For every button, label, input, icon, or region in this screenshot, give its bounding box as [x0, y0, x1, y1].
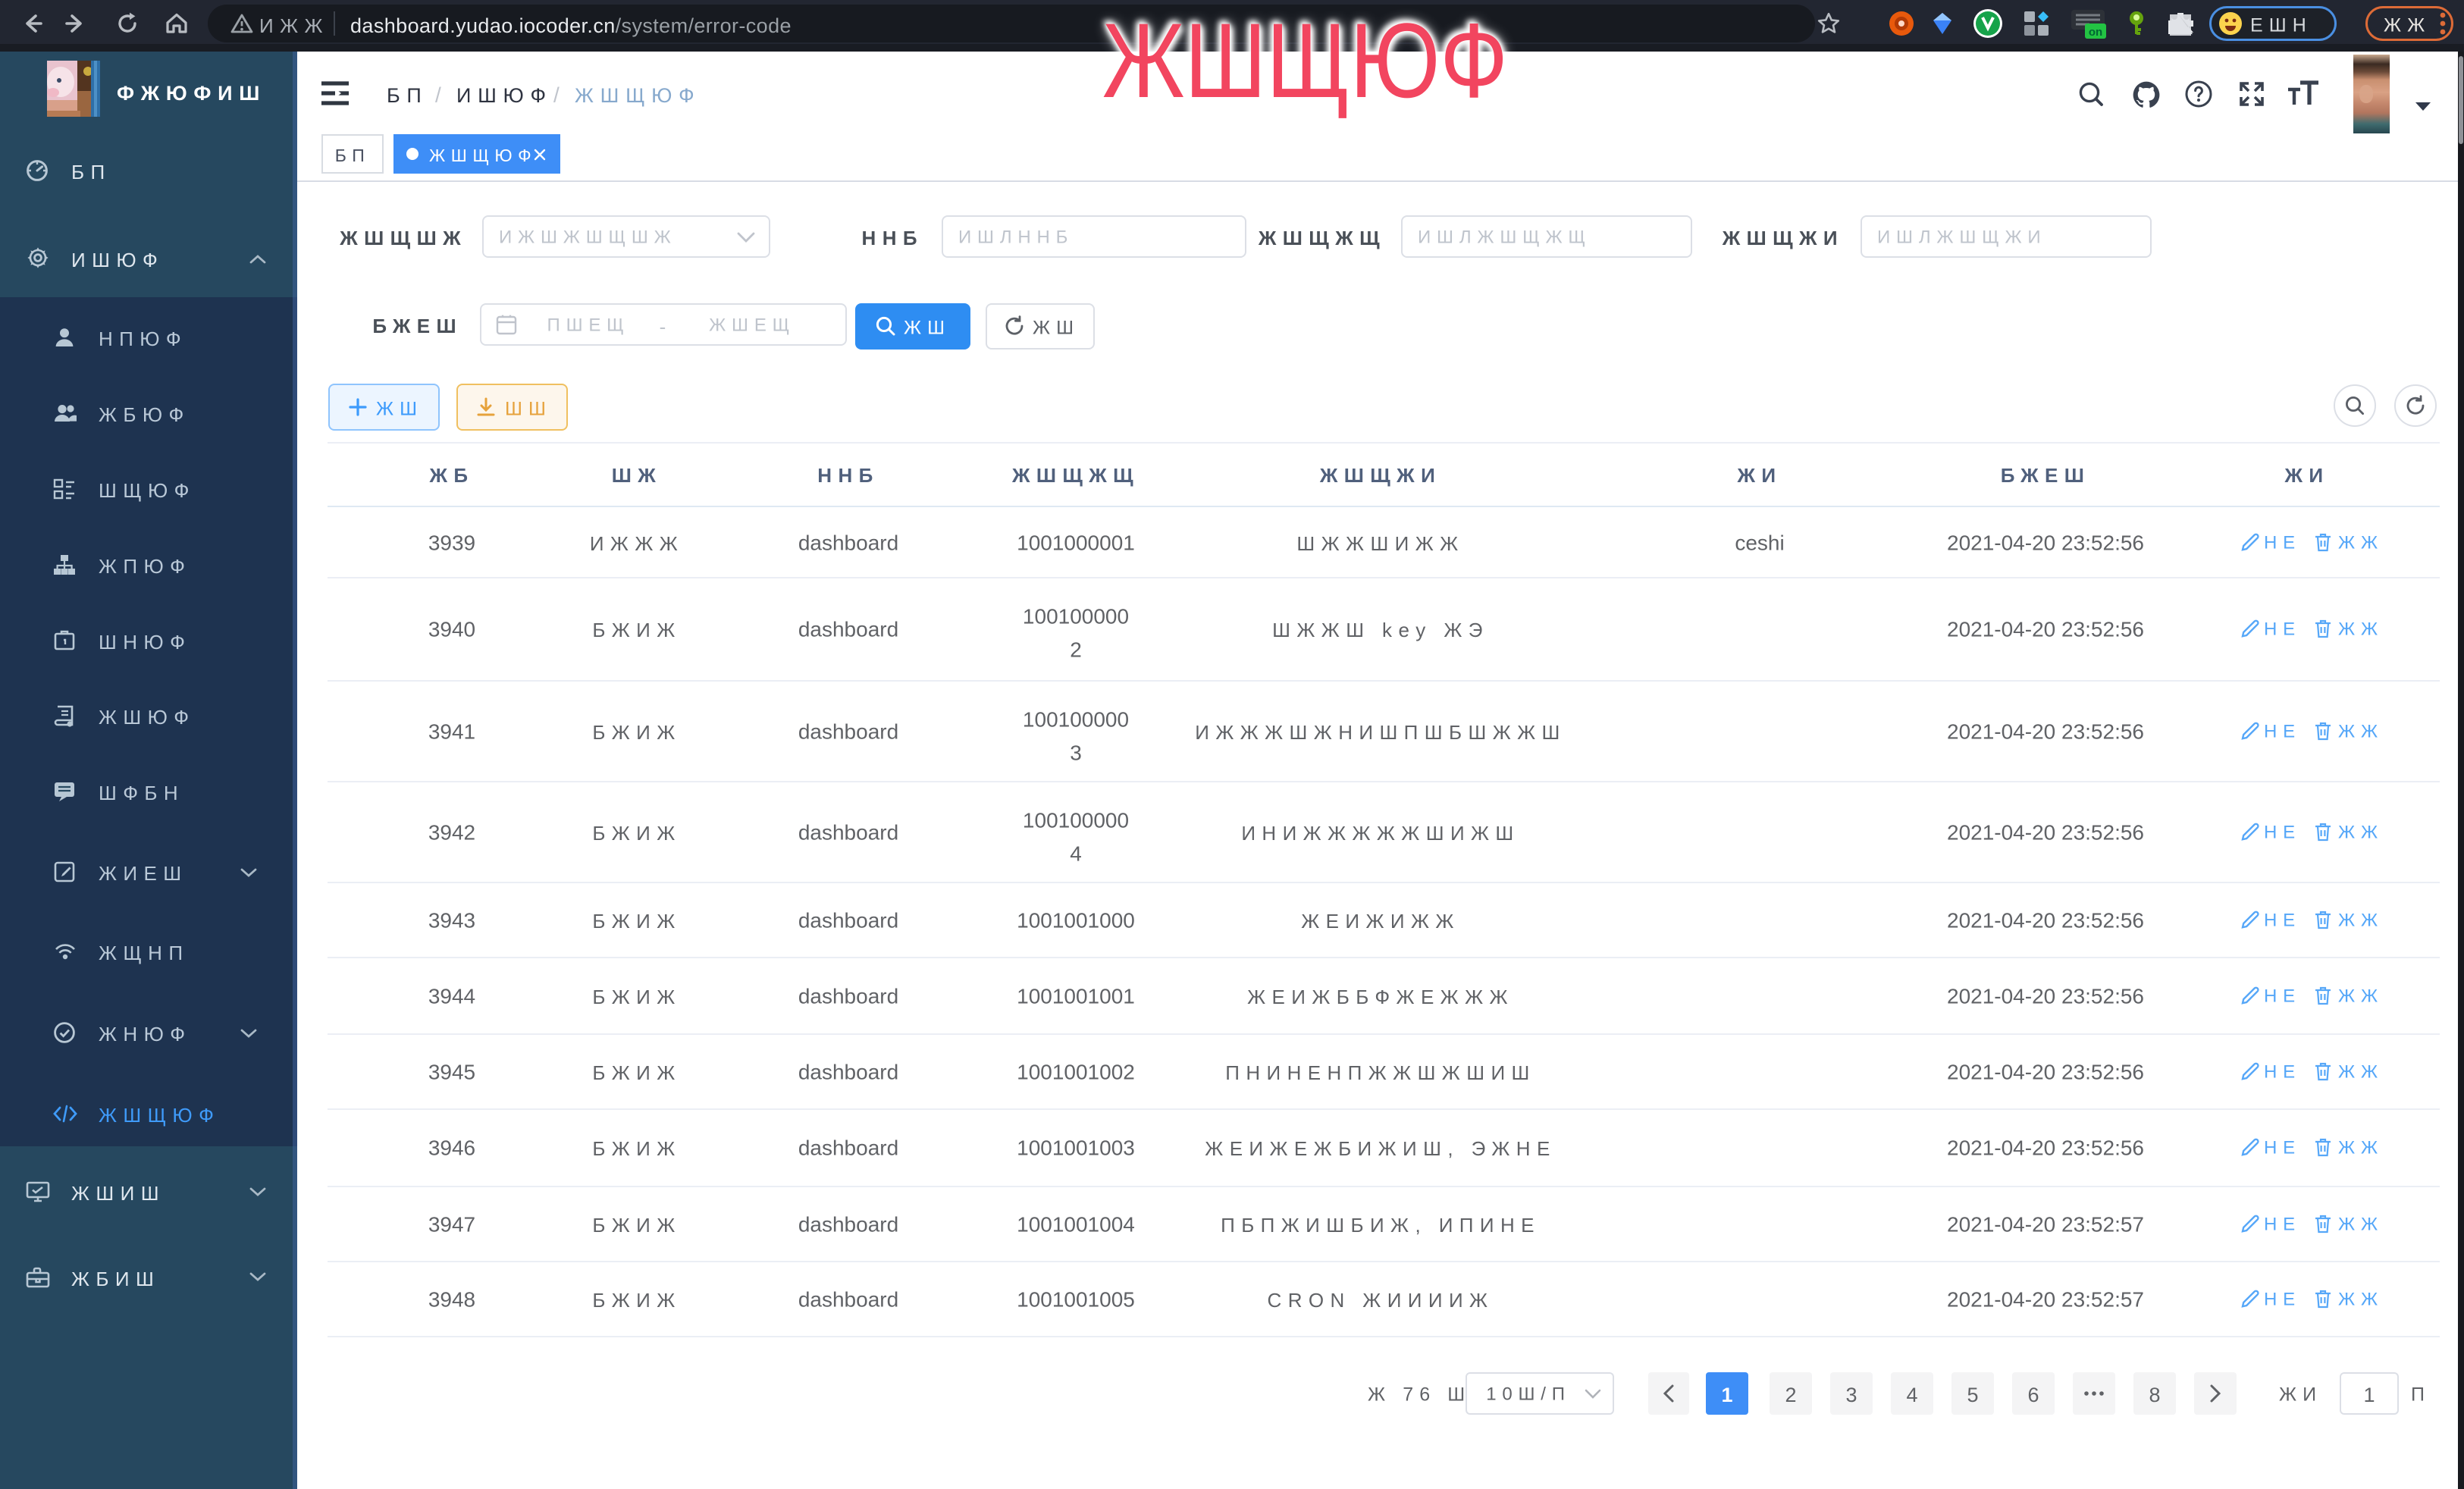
svg-text:on: on [2089, 26, 2102, 39]
